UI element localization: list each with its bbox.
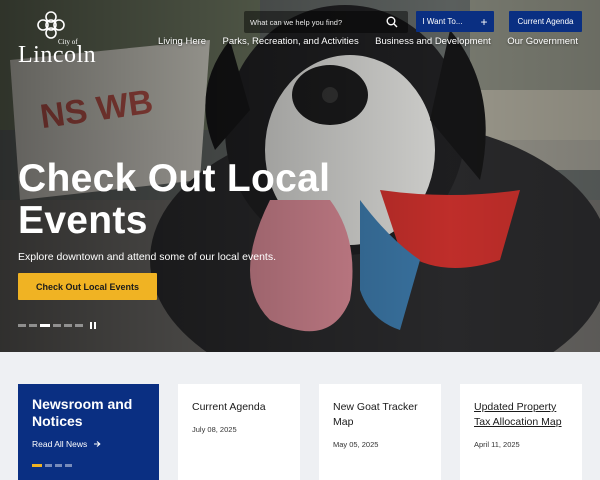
i-want-to-button[interactable]: I Want To... + bbox=[416, 11, 494, 32]
nav-item-living-here[interactable]: Living Here bbox=[158, 36, 206, 50]
news-card-property-tax[interactable]: Updated Property Tax Allocation Map Apri… bbox=[460, 384, 582, 480]
slide-dot-active[interactable] bbox=[40, 323, 50, 327]
nav-item-government[interactable]: Our Government bbox=[507, 36, 578, 50]
slide-dot[interactable] bbox=[75, 323, 83, 327]
i-want-to-label: I Want To... bbox=[422, 17, 463, 26]
pause-icon[interactable] bbox=[90, 321, 96, 329]
slide-dot[interactable] bbox=[64, 323, 72, 327]
news-dot-active bbox=[32, 464, 42, 467]
current-agenda-button[interactable]: Current Agenda bbox=[509, 11, 582, 32]
news-dot bbox=[65, 464, 72, 467]
news-card-date: April 11, 2025 bbox=[474, 440, 520, 449]
nav-item-parks[interactable]: Parks, Recreation, and Activities bbox=[222, 36, 358, 50]
news-card-title[interactable]: Updated Property Tax Allocation Map bbox=[474, 400, 568, 430]
search-icon[interactable] bbox=[386, 16, 398, 28]
slide-dot[interactable] bbox=[18, 323, 26, 327]
slide-indicators bbox=[18, 321, 96, 329]
main-nav: Living Here Parks, Recreation, and Activ… bbox=[158, 36, 578, 50]
hero-subtitle: Explore downtown and attend some of our … bbox=[18, 251, 276, 263]
news-card-title[interactable]: Current Agenda bbox=[192, 400, 286, 415]
news-carousel-dots bbox=[32, 464, 72, 467]
news-card-date: July 08, 2025 bbox=[192, 425, 237, 434]
newsroom-title: Newsroom and Notices bbox=[32, 396, 133, 429]
news-dot bbox=[55, 464, 62, 467]
city-seal-icon bbox=[37, 11, 65, 39]
city-logo[interactable]: City of Lincoln bbox=[16, 10, 106, 68]
slide-dot[interactable] bbox=[29, 323, 37, 327]
search-input[interactable] bbox=[244, 11, 384, 33]
news-card-goat-tracker[interactable]: New Goat Tracker Map May 05, 2025 bbox=[319, 384, 441, 480]
news-dot bbox=[45, 464, 52, 467]
plus-icon: + bbox=[480, 14, 488, 29]
news-card-date: May 05, 2025 bbox=[333, 440, 379, 449]
slide-dot[interactable] bbox=[53, 323, 61, 327]
read-all-news-link[interactable]: Read All News bbox=[32, 439, 145, 449]
read-all-news-label: Read All News bbox=[32, 439, 88, 449]
logo-name: Lincoln bbox=[18, 42, 97, 68]
current-agenda-label: Current Agenda bbox=[517, 17, 574, 26]
news-card-title[interactable]: New Goat Tracker Map bbox=[333, 400, 427, 430]
hero-title: Check Out Local Events bbox=[18, 157, 331, 242]
hero-cta-button[interactable]: Check Out Local Events bbox=[18, 273, 157, 300]
newsroom-card: Newsroom and Notices Read All News bbox=[18, 384, 159, 480]
hero-banner: NS WB City of Lincoln bbox=[0, 0, 600, 352]
search-bar bbox=[244, 11, 408, 33]
news-card-current-agenda[interactable]: Current Agenda July 08, 2025 bbox=[178, 384, 300, 480]
nav-item-business[interactable]: Business and Development bbox=[375, 36, 491, 50]
arrow-right-icon bbox=[94, 441, 101, 447]
